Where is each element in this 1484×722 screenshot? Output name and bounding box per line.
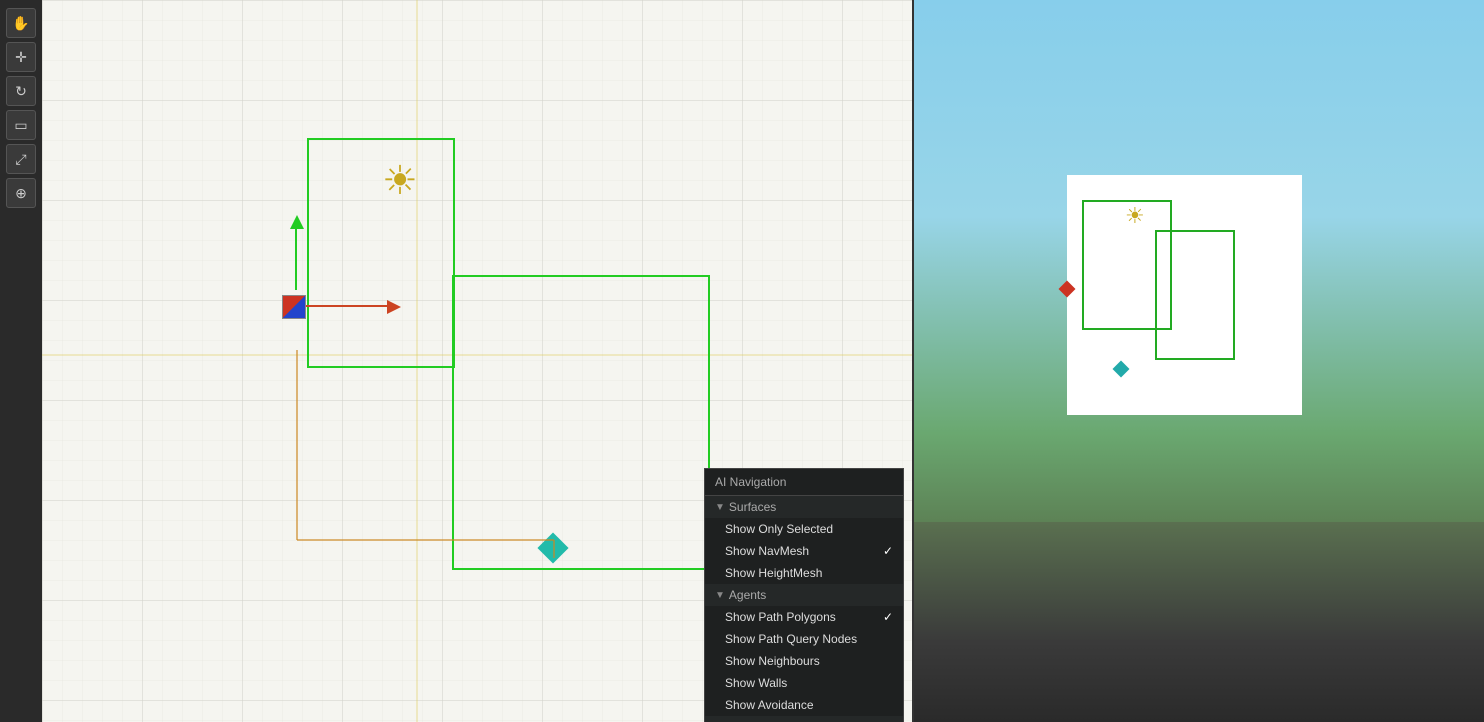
show-walls-item[interactable]: Show Walls	[705, 672, 903, 694]
agents-label: Agents	[729, 588, 766, 602]
move-tool-button[interactable]: ✛	[6, 42, 36, 72]
context-menu: AI Navigation ▼ Surfaces Show Only Selec…	[704, 468, 904, 722]
show-path-query-nodes-label: Show Path Query Nodes	[725, 632, 857, 646]
obstacles-section-header[interactable]: ▼ Obstacles	[705, 716, 903, 722]
viewport-divider	[912, 0, 914, 722]
3d-sun-icon: ☀	[1125, 203, 1145, 229]
gizmo-y-tip	[290, 215, 304, 229]
3d-outer-rect	[1155, 230, 1235, 360]
gizmo-y-arrow	[295, 225, 297, 290]
show-only-selected-label: Show Only Selected	[725, 522, 833, 536]
ground-plane	[912, 522, 1484, 722]
agents-arrow-icon: ▼	[715, 590, 725, 601]
show-path-polygons-item[interactable]: Show Path Polygons ✓	[705, 606, 903, 628]
rect-select-button[interactable]: ▭	[6, 110, 36, 140]
show-heightmesh-item[interactable]: Show HeightMesh	[705, 562, 903, 584]
surfaces-label: Surfaces	[729, 500, 776, 514]
scale-tool-button[interactable]: ⤢	[6, 144, 36, 174]
show-navmesh-item[interactable]: Show NavMesh ✓	[705, 540, 903, 562]
3d-diamond-red	[1059, 281, 1076, 298]
rotate-tool-button[interactable]: ↻	[6, 76, 36, 106]
show-neighbours-label: Show Neighbours	[725, 654, 820, 668]
left-toolbar: ✋ ✛ ↻ ▭ ⤢ ⊕	[0, 0, 42, 722]
show-neighbours-item[interactable]: Show Neighbours	[705, 650, 903, 672]
gizmo-x-tip	[387, 300, 401, 314]
gizmo-cube	[282, 295, 306, 319]
show-avoidance-item[interactable]: Show Avoidance	[705, 694, 903, 716]
main-container: ✋ ✛ ↻ ▭ ⤢ ⊕	[0, 0, 1484, 722]
show-navmesh-label: Show NavMesh	[725, 544, 809, 558]
surfaces-arrow-icon: ▼	[715, 502, 725, 513]
gizmo-x-arrow	[299, 305, 389, 307]
agents-section-header[interactable]: ▼ Agents	[705, 584, 903, 606]
show-path-polygons-check: ✓	[883, 610, 893, 624]
show-avoidance-label: Show Avoidance	[725, 698, 814, 712]
viewport-right[interactable]: ☀	[912, 0, 1484, 722]
show-heightmesh-label: Show HeightMesh	[725, 566, 822, 580]
surfaces-section-header[interactable]: ▼ Surfaces	[705, 496, 903, 518]
hand-tool-button[interactable]: ✋	[6, 8, 36, 38]
show-path-polygons-label: Show Path Polygons	[725, 610, 836, 624]
show-only-selected-item[interactable]: Show Only Selected	[705, 518, 903, 540]
show-path-query-nodes-item[interactable]: Show Path Query Nodes	[705, 628, 903, 650]
green-rect-2	[452, 275, 710, 570]
show-walls-label: Show Walls	[725, 676, 787, 690]
3d-diamond-teal	[1113, 361, 1130, 378]
show-navmesh-check: ✓	[883, 544, 893, 558]
context-menu-title: AI Navigation	[705, 469, 903, 496]
3d-scene-content: ☀	[1067, 175, 1302, 415]
green-rect-1	[307, 138, 455, 368]
viewport-area: ☀	[42, 0, 1484, 722]
world-tool-button[interactable]: ⊕	[6, 178, 36, 208]
sun-object: ☀	[382, 158, 418, 204]
